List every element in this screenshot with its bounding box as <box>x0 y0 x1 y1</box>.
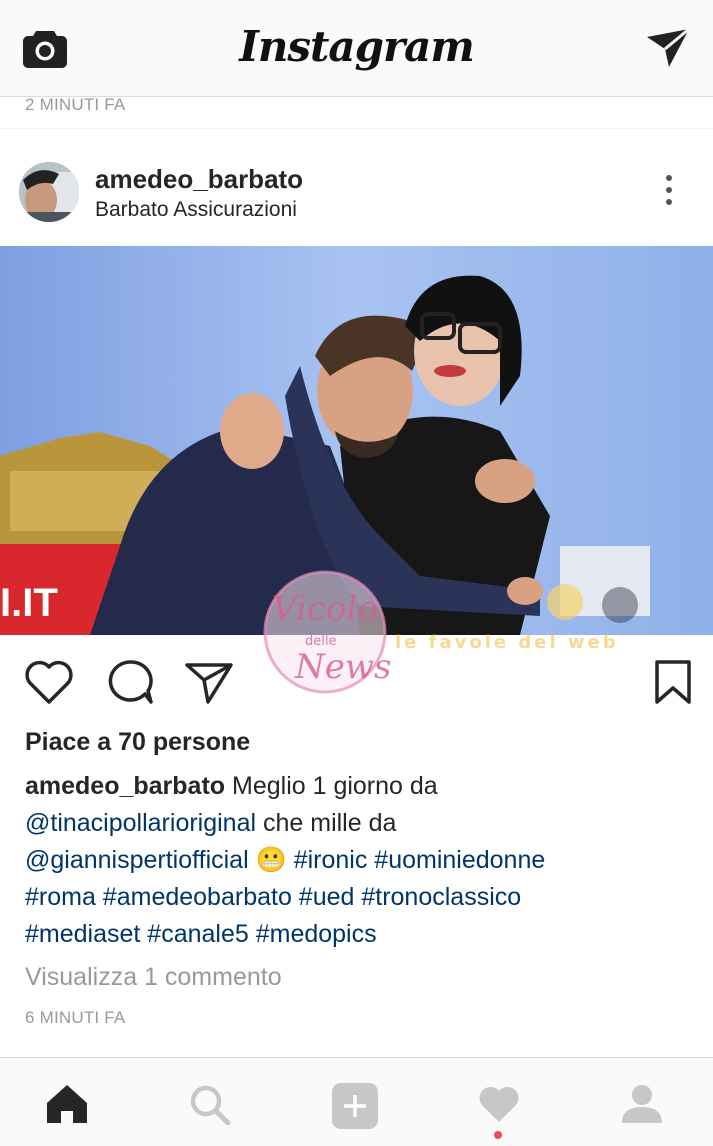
top-bar: Instagram <box>0 0 713 97</box>
bottom-nav <box>0 1057 713 1146</box>
bookmark-icon[interactable] <box>654 658 692 706</box>
more-options-icon[interactable] <box>658 175 680 215</box>
caption-text: che mille da <box>256 809 397 837</box>
grimace-emoji: 😬 <box>255 846 287 874</box>
photo-overlay-text: I.IT <box>0 581 58 625</box>
comment-icon[interactable] <box>105 658 155 706</box>
watermark-tagline: le favole del web <box>395 632 619 653</box>
caption-text: Meglio 1 giorno da <box>225 772 438 800</box>
activity-notification-dot <box>494 1131 502 1139</box>
previous-post-timestamp: 2 MINUTI FA <box>25 95 126 114</box>
home-icon[interactable] <box>45 1083 89 1125</box>
watermark-line2: delle <box>305 634 336 649</box>
heart-icon[interactable] <box>477 1083 521 1125</box>
add-icon[interactable] <box>331 1082 379 1130</box>
app-logo: Instagram <box>239 22 475 71</box>
post-caption: amedeo_barbato Meglio 1 giorno da @tinac… <box>25 768 675 953</box>
share-icon[interactable] <box>184 658 234 706</box>
post-actions <box>0 652 713 712</box>
likes-count[interactable]: Piace a 70 persone <box>25 728 250 757</box>
search-icon[interactable] <box>188 1083 232 1125</box>
post-username[interactable]: amedeo_barbato <box>95 164 303 195</box>
post-photo[interactable]: I.IT <box>0 246 713 635</box>
caption-username[interactable]: amedeo_barbato <box>25 772 225 800</box>
heart-icon[interactable] <box>24 658 74 706</box>
caption-mention[interactable]: @tinacipollarioriginal <box>25 809 256 837</box>
caption-hashtags[interactable]: #mediaset #canale5 #medopics <box>25 920 377 948</box>
post-location[interactable]: Barbato Assicurazioni <box>95 198 297 222</box>
caption-mention[interactable]: @giannispertiofficial <box>25 846 249 874</box>
view-comments-link[interactable]: Visualizza 1 commento <box>25 963 282 992</box>
post-timestamp: 6 MINUTI FA <box>25 1008 126 1027</box>
caption-hashtags[interactable]: #ironic #uominiedonne <box>294 846 546 874</box>
caption-hashtags[interactable]: #roma #amedeobarbato #ued #tronoclassico <box>25 883 521 911</box>
paper-plane-icon[interactable] <box>645 27 691 69</box>
profile-icon[interactable] <box>620 1083 664 1125</box>
avatar[interactable] <box>19 162 79 222</box>
post-divider <box>0 128 713 129</box>
